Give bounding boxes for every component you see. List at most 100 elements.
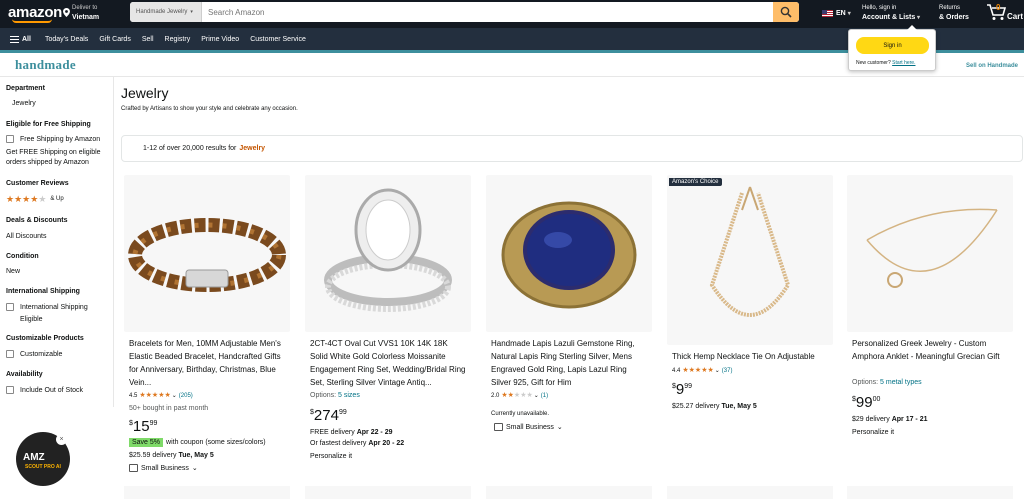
results-keyword: Jewelry [239, 145, 266, 152]
product-image[interactable] [305, 175, 471, 332]
product-title[interactable]: Personalized Greek Jewelry - Custom Amph… [852, 337, 1008, 363]
chevron-down-icon: ⌄ [556, 424, 563, 431]
price-fraction: 99 [149, 420, 158, 427]
product-title[interactable]: 2CT-4CT Oval Cut VVS1 10K 14K 18K Solid … [310, 337, 466, 389]
amazon-smile-icon [12, 19, 52, 23]
all-label: All [22, 35, 31, 43]
condition-item-new[interactable]: New [6, 267, 20, 277]
review-count[interactable]: (37) [722, 368, 733, 374]
close-icon[interactable]: × [56, 434, 67, 445]
product-rating[interactable]: 4.4 ★ ★ ★ ★ ★ ⌄ (37) [672, 367, 732, 374]
language-code: EN [836, 10, 846, 17]
star-icon: ★ [22, 194, 31, 204]
product-image[interactable] [486, 175, 652, 332]
signin-popover: Sign in New customer? Start here. [848, 25, 936, 71]
delivery-date: Apr 17 - 21 [891, 416, 928, 423]
product-price[interactable]: $ 274 99 [310, 408, 347, 424]
customizable-checkbox[interactable] [6, 350, 14, 358]
product-card: Personalized Greek Jewelry - Custom Amph… [847, 175, 1013, 485]
nav-link-sell[interactable]: Sell [142, 36, 154, 43]
product-card: 2CT-4CT Oval Cut VVS1 10K 14K 18K Solid … [305, 175, 471, 485]
product-image[interactable] [847, 175, 1013, 332]
small-business-badge[interactable]: Small Business ⌄ [494, 423, 563, 431]
product-image-partial[interactable] [305, 486, 471, 499]
review-count[interactable]: (205) [179, 393, 193, 399]
department-item-jewelry[interactable]: Jewelry [12, 99, 36, 109]
product-image[interactable] [124, 175, 290, 332]
amz-scout-widget[interactable]: AMZ SCOUT PRO AI × [16, 432, 70, 486]
product-price[interactable]: $ 99 00 [852, 395, 880, 411]
product-title[interactable]: Handmade Lapis Lazuli Gemstone Ring, Nat… [491, 337, 647, 389]
product-title[interactable]: Thick Hemp Necklace Tie On Adjustable [672, 350, 828, 363]
nav-link-gift-cards[interactable]: Gift Cards [99, 36, 131, 43]
deliver-to[interactable]: Deliver to Vietnam [63, 4, 100, 22]
product-price[interactable]: $ 15 99 [129, 419, 157, 435]
customer-reviews-heading: Customer Reviews [6, 180, 69, 187]
returns-orders[interactable]: Returns & Orders [939, 4, 969, 22]
delivery-date: Tue, May 5 [178, 452, 214, 459]
reviews-up-label: & Up [50, 196, 64, 202]
account-lists[interactable]: Hello, sign in Account & Lists ▾ [862, 4, 920, 23]
price-fraction: 99 [684, 383, 693, 390]
free-shipping-checkbox[interactable] [6, 135, 14, 143]
personalize-label: Personalize it [852, 429, 895, 436]
review-count[interactable]: (1) [541, 393, 548, 399]
cart-button[interactable]: 0 Cart [986, 3, 1023, 23]
star-icon: ★ [14, 194, 23, 204]
delivery-info: $25.59 delivery Tue, May 5 [129, 452, 214, 459]
product-image-partial[interactable] [486, 486, 652, 499]
star-half-icon: ★ [707, 367, 714, 374]
product-image-partial[interactable] [667, 486, 833, 499]
hemp-necklace-image [709, 186, 791, 317]
intl-shipping-heading: International Shipping [6, 288, 80, 295]
personalize-label: Personalize it [310, 453, 353, 460]
nav-link-todays-deals[interactable]: Today's Deals [45, 36, 88, 43]
price-fraction: 99 [338, 409, 347, 416]
product-image-partial[interactable] [124, 486, 290, 499]
nav-link-prime-video[interactable]: Prime Video [201, 36, 239, 43]
product-image[interactable]: Amazon's Choice [667, 175, 833, 345]
intl-shipping-label-2[interactable]: Eligible [20, 315, 43, 325]
chevron-down-icon: ⌄ [191, 465, 198, 472]
reviews-4-up-filter[interactable]: ★ ★ ★ ★ ★ & Up [6, 195, 64, 204]
product-card: Amazon's Choice Thick Hemp Necklace Tie … [667, 175, 833, 485]
coupon[interactable]: Save 5% with coupon (some sizes/colors) [129, 438, 266, 447]
sell-on-handmade-link[interactable]: Sell on Handmade [966, 63, 1018, 69]
customizable-label[interactable]: Customizable [20, 350, 62, 360]
delivery-cost: FREE delivery [310, 429, 355, 436]
search-button[interactable] [773, 2, 799, 22]
chevron-down-icon: ⌄ [533, 393, 539, 399]
product-rating[interactable]: 4.5 ★ ★ ★ ★ ★ ⌄ (205) [129, 392, 193, 399]
handmade-logo[interactable]: handmade [15, 57, 76, 73]
deliver-country: Vietnam [72, 14, 100, 21]
small-business-badge[interactable]: Small Business ⌄ [129, 464, 198, 472]
search-input[interactable] [202, 2, 773, 22]
intl-shipping-label-1[interactable]: International Shipping [20, 303, 88, 313]
options-label: Options: [852, 379, 879, 386]
out-of-stock-label[interactable]: Include Out of Stock [20, 386, 83, 396]
signin-button[interactable]: Sign in [856, 37, 929, 54]
condition-heading: Condition [6, 253, 39, 260]
nav-link-customer-service[interactable]: Customer Service [250, 36, 306, 43]
search-category-select[interactable]: Handmade Jewelry ▾ [130, 2, 202, 22]
deals-item-all[interactable]: All Discounts [6, 232, 46, 242]
language-selector[interactable]: EN ▾ [822, 10, 851, 17]
options-link[interactable]: 5 metal types [880, 379, 922, 386]
options-link[interactable]: 5 sizes [338, 392, 360, 399]
product-rating[interactable]: 2.0 ★ ★ ★ ★ ★ ⌄ (1) [491, 392, 548, 399]
all-menu-button[interactable]: All [10, 35, 31, 43]
product-price[interactable]: $ 9 99 [672, 382, 692, 398]
bracelet-image [128, 218, 286, 292]
start-here-link[interactable]: Start here. [892, 60, 915, 66]
out-of-stock-checkbox[interactable] [6, 386, 14, 394]
intl-shipping-checkbox[interactable] [6, 303, 14, 311]
nav-link-registry[interactable]: Registry [165, 36, 191, 43]
product-title[interactable]: Bracelets for Men, 10MM Adjustable Men's… [129, 337, 285, 389]
free-shipping-note-1: Get FREE Shipping on eligible [6, 149, 101, 156]
cart-count: 0 [996, 3, 1001, 12]
chevron-down-icon: ⌄ [171, 393, 177, 399]
product-card: Bracelets for Men, 10MM Adjustable Men's… [124, 175, 290, 485]
free-shipping-label[interactable]: Free Shipping by Amazon [20, 135, 100, 145]
cart-label: Cart [1007, 12, 1024, 21]
product-image-partial[interactable] [847, 486, 1013, 499]
